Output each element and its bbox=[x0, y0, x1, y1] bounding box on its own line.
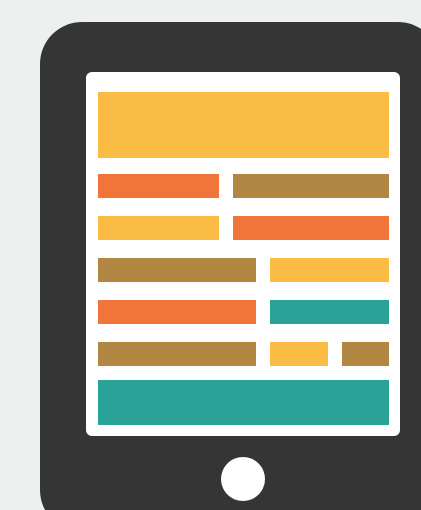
content-block bbox=[270, 258, 389, 282]
header-banner-block bbox=[98, 92, 389, 158]
tablet-illustration bbox=[0, 0, 421, 510]
content-block bbox=[342, 342, 389, 366]
home-button-icon bbox=[221, 457, 265, 501]
content-block bbox=[98, 216, 219, 240]
tablet-screen bbox=[86, 72, 400, 436]
footer-banner-block bbox=[98, 380, 389, 425]
content-block bbox=[98, 300, 256, 324]
content-block bbox=[270, 300, 389, 324]
content-block bbox=[270, 342, 328, 366]
content-block bbox=[233, 174, 389, 198]
content-block bbox=[233, 216, 389, 240]
content-block bbox=[98, 258, 256, 282]
content-block bbox=[98, 342, 256, 366]
content-block bbox=[98, 174, 219, 198]
